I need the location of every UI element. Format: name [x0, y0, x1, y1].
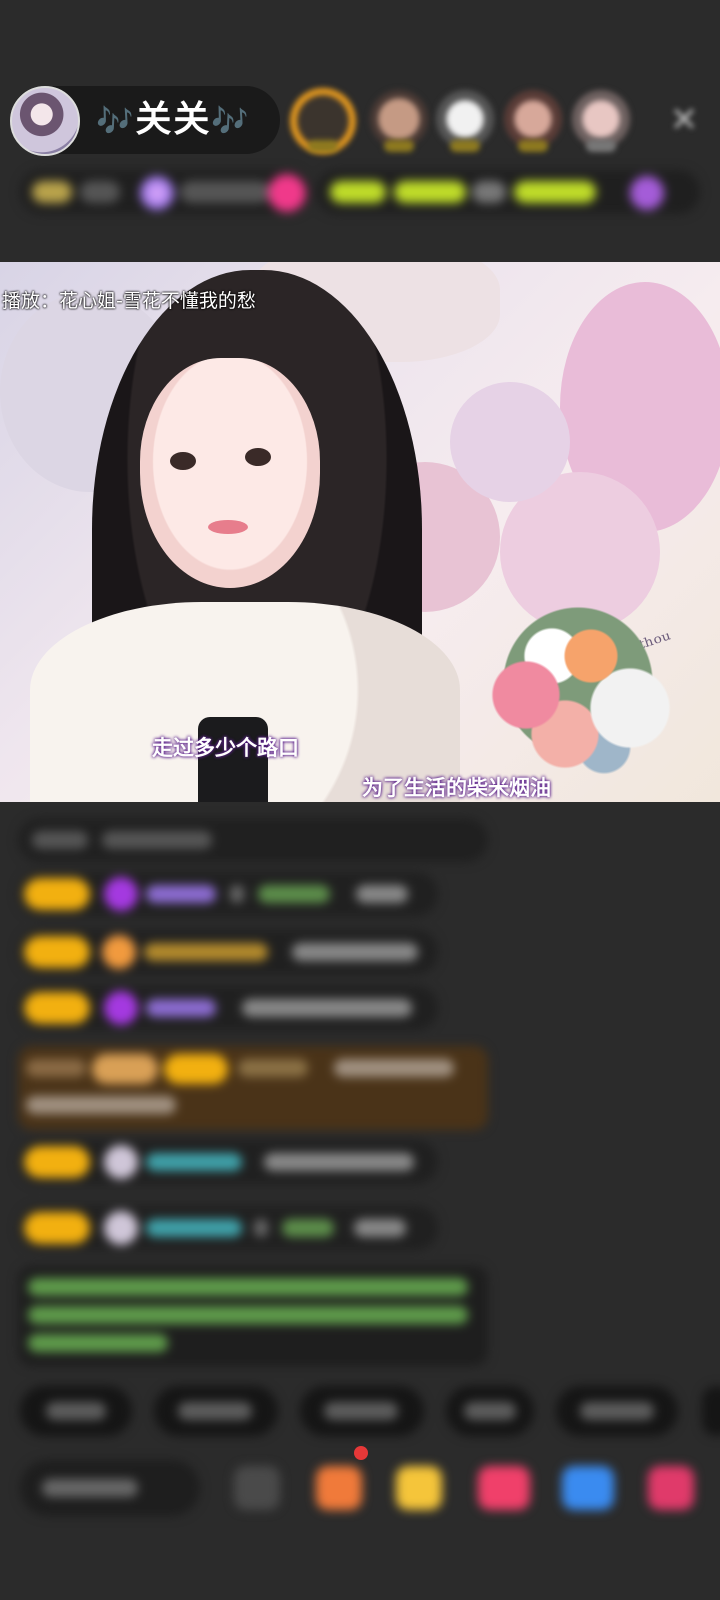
chat-input[interactable] [20, 1460, 200, 1516]
host-name: 🎶关关🎶 [96, 94, 251, 146]
level-badge [92, 1054, 158, 1084]
pink-gift-icon[interactable] [268, 174, 306, 212]
chat-message [18, 1140, 438, 1184]
user-avatar [104, 1211, 138, 1245]
chat-text [32, 831, 88, 849]
lyric-line-2: 为了生活的柴米烟油 [362, 776, 551, 800]
chat-text [354, 1219, 406, 1237]
chat-username [146, 1219, 242, 1237]
notification-dot [354, 1446, 368, 1460]
chat-text [356, 885, 408, 903]
music-note-icon: 🎶 [211, 104, 251, 139]
chat-text [230, 885, 244, 903]
chat-message [18, 930, 438, 974]
fan-badge [24, 1146, 90, 1178]
chat-message [18, 1206, 438, 1250]
chat-username [258, 885, 330, 903]
fan-badge [24, 878, 90, 910]
chat-text [292, 943, 418, 961]
streamer-face [140, 358, 320, 588]
streamer-eye [170, 452, 196, 470]
now-playing-text: 播放：花心姐-雪花不懂我的愁 [2, 290, 256, 312]
notice-text [28, 1334, 168, 1352]
quick-reply-button[interactable] [300, 1386, 424, 1436]
chat-text [26, 1096, 176, 1114]
notice-text [28, 1306, 468, 1324]
close-icon[interactable]: ✕ [664, 100, 704, 140]
chat-message [18, 986, 438, 1030]
chat-text [26, 1059, 86, 1077]
announcement-chip [472, 181, 506, 203]
chat-username [238, 1059, 308, 1077]
chat-text [254, 1219, 268, 1237]
highlighted-chat-message [18, 1046, 488, 1130]
announcement-chip [330, 181, 386, 203]
host-name-text: 关关 [135, 99, 212, 140]
quick-reply-button[interactable] [20, 1386, 132, 1436]
purple-badge-icon [630, 176, 664, 210]
chat-bubble-icon[interactable] [562, 1466, 614, 1510]
emoji-icon[interactable] [234, 1466, 280, 1510]
quick-reply-button[interactable] [446, 1386, 534, 1436]
red-packet-icon[interactable] [396, 1466, 442, 1510]
gift-box-icon[interactable] [316, 1466, 362, 1510]
gift-icon[interactable] [648, 1466, 694, 1510]
rank-badge [450, 140, 480, 152]
chat-text [334, 1059, 454, 1077]
stats-chip [32, 181, 72, 203]
flower-bouquet [448, 552, 708, 802]
fan-badge [24, 1212, 90, 1244]
chat-text [102, 831, 212, 849]
stats-chip [80, 181, 120, 203]
chat-username [146, 999, 216, 1017]
streamer-lips [208, 520, 248, 534]
balloon [450, 382, 570, 502]
quick-reply-button[interactable] [154, 1386, 278, 1436]
rank-badge [308, 140, 338, 152]
announcement-chip [394, 181, 466, 203]
diamond-icon [104, 877, 138, 911]
host-avatar[interactable] [10, 86, 80, 156]
quick-reply-button[interactable] [556, 1386, 678, 1436]
lips-icon[interactable] [478, 1466, 530, 1510]
live-video[interactable]: ᵗʰᵒᵘ [0, 262, 720, 802]
stats-chip [180, 181, 270, 203]
diamond-icon [104, 991, 138, 1025]
chat-message [18, 872, 438, 916]
chat-username [146, 885, 216, 903]
chat-username [144, 943, 268, 961]
rank-badge [518, 140, 548, 152]
fan-badge [24, 992, 90, 1024]
orb-icon [140, 176, 174, 210]
chat-message [18, 818, 488, 862]
orange-badge-icon [102, 935, 136, 969]
rank-badge [384, 140, 414, 152]
announcement-chip [514, 181, 596, 203]
system-notice [18, 1266, 488, 1366]
user-avatar [104, 1145, 138, 1179]
music-note-icon: 🎶 [96, 104, 136, 139]
chat-text [242, 999, 412, 1017]
chat-text [264, 1153, 414, 1171]
quick-reply-button[interactable] [702, 1386, 720, 1436]
fan-badge [164, 1054, 228, 1084]
rank-badge [586, 140, 616, 152]
chat-input-placeholder [42, 1479, 138, 1497]
notice-text [28, 1278, 468, 1296]
chat-username [282, 1219, 334, 1237]
chat-username [146, 1153, 242, 1171]
lyric-line-1: 走过多少个路口 [152, 736, 299, 760]
streamer-eye [245, 448, 271, 466]
fan-badge [24, 936, 90, 968]
stream-info-row [20, 168, 700, 218]
